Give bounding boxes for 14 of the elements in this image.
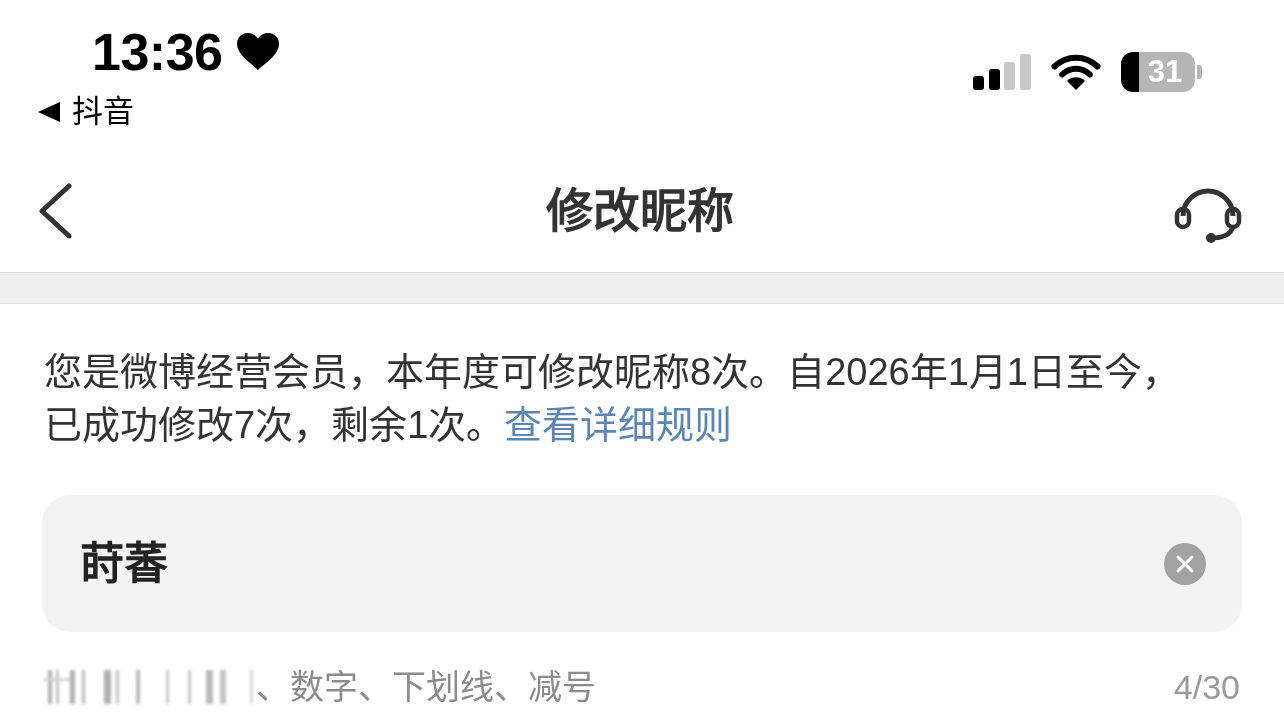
back-triangle-icon[interactable]: [38, 102, 60, 122]
page-title: 修改昵称: [546, 183, 734, 239]
nickname-hint: 、数字、下划线、减号: [256, 667, 596, 707]
notice-text: 您是微博经营会员，本年度可修改昵称8次。自2026年1月1日至今，已成功修改7次，剩余1次。查看详细规则: [44, 350, 1181, 448]
nickname-field[interactable]: 莳萫: [42, 495, 1242, 632]
battery-percent: 31: [1147, 54, 1183, 90]
signal-icon: [973, 54, 1031, 90]
heart-icon: [236, 33, 279, 71]
back-chevron-icon[interactable]: [38, 183, 72, 239]
character-counter: 4/30: [1173, 667, 1240, 707]
wifi-icon: [1051, 53, 1101, 91]
rules-link[interactable]: 查看详细规则: [504, 404, 733, 446]
status-time: 13:36: [92, 24, 223, 80]
back-to-app-link[interactable]: 抖音: [72, 92, 134, 132]
